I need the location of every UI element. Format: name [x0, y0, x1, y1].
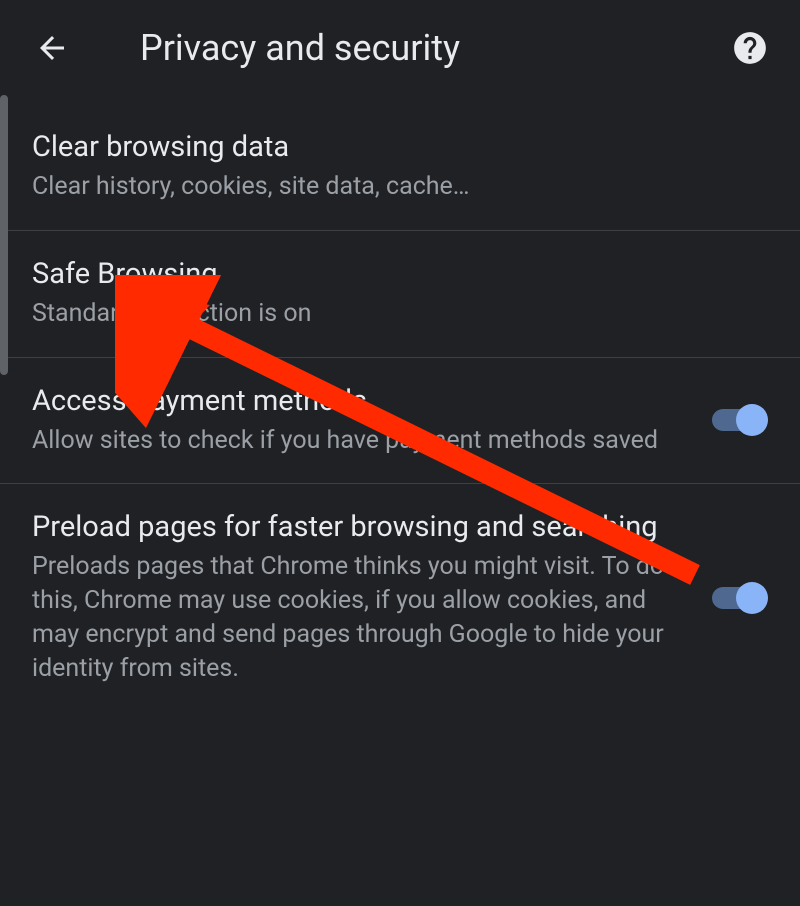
back-arrow-icon [34, 30, 70, 66]
setting-subtitle: Clear history, cookies, site data, cache… [32, 170, 768, 204]
toggle-payment-methods[interactable] [708, 402, 768, 438]
page-title: Privacy and security [100, 27, 704, 69]
toggle-thumb [736, 582, 768, 614]
setting-subtitle: Preloads pages that Chrome thinks you mi… [32, 550, 688, 685]
setting-text: Preload pages for faster browsing and se… [32, 510, 688, 685]
toggle-thumb [736, 404, 768, 436]
setting-text: Safe Browsing Standard protection is on [32, 257, 768, 331]
setting-title: Safe Browsing [32, 257, 768, 291]
help-button[interactable] [728, 26, 772, 70]
setting-title: Clear browsing data [32, 130, 768, 164]
setting-title: Preload pages for faster browsing and se… [32, 510, 688, 544]
back-button[interactable] [28, 24, 76, 72]
setting-subtitle: Standard protection is on [32, 297, 768, 331]
setting-safe-browsing[interactable]: Safe Browsing Standard protection is on [0, 231, 800, 358]
setting-text: Access payment methods Allow sites to ch… [32, 384, 688, 458]
toggle-preload-pages[interactable] [708, 580, 768, 616]
setting-subtitle: Allow sites to check if you have payment… [32, 424, 688, 458]
setting-access-payment-methods[interactable]: Access payment methods Allow sites to ch… [0, 358, 800, 485]
setting-text: Clear browsing data Clear history, cooki… [32, 130, 768, 204]
settings-list: Clear browsing data Clear history, cooki… [0, 104, 800, 711]
help-icon [731, 29, 769, 67]
setting-clear-browsing-data[interactable]: Clear browsing data Clear history, cooki… [0, 104, 800, 231]
scroll-indicator [0, 95, 8, 375]
setting-preload-pages[interactable]: Preload pages for faster browsing and se… [0, 484, 800, 711]
setting-title: Access payment methods [32, 384, 688, 418]
header: Privacy and security [0, 0, 800, 104]
